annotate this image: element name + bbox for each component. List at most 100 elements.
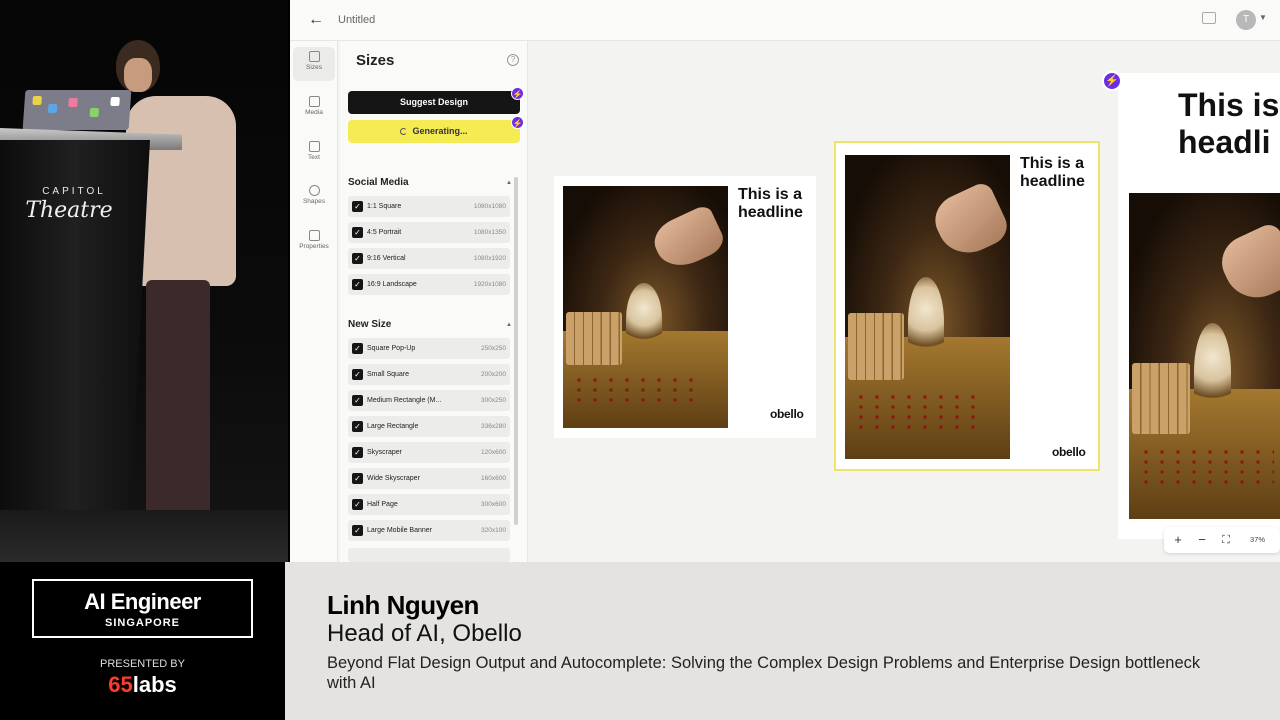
size-row[interactable]: ✓ Large Rectangle 336x280: [348, 416, 510, 437]
rail-label: Media: [305, 109, 323, 116]
laptop: [22, 90, 132, 130]
size-row[interactable]: ✓ Large Mobile Banner 320x100: [348, 520, 510, 541]
chevron-down-icon[interactable]: ▼: [1259, 13, 1267, 22]
document-title[interactable]: Untitled: [338, 14, 375, 26]
tool-rail: Sizes Media Text Shapes Properties: [290, 41, 338, 562]
rail-label: Properties: [299, 243, 329, 250]
dessert-photo: [845, 155, 1010, 459]
size-row-partial[interactable]: [348, 548, 510, 562]
sizes-panel: Sizes ? Suggest Design ⚡ Generating... ⚡…: [340, 41, 528, 562]
checkbox[interactable]: ✓: [352, 279, 363, 290]
rail-item-sizes[interactable]: Sizes: [293, 47, 335, 81]
checkbox[interactable]: ✓: [352, 227, 363, 238]
checkbox[interactable]: ✓: [352, 473, 363, 484]
checkbox[interactable]: ✓: [352, 201, 363, 212]
size-row[interactable]: ✓ Skyscraper 120x600: [348, 442, 510, 463]
properties-icon: [308, 230, 320, 241]
event-location: SINGAPORE: [104, 617, 180, 629]
size-row[interactable]: ✓ 9:16 Vertical 1080x1920: [348, 248, 510, 269]
size-dims: 300x600: [481, 501, 506, 508]
artboard-square[interactable]: This is a headline obello: [554, 176, 816, 438]
zoom-controls: + − ⛶ 37%: [1164, 527, 1280, 553]
zoom-out-icon[interactable]: −: [1194, 532, 1210, 548]
size-dims: 320x100: [481, 527, 506, 534]
checkbox[interactable]: ✓: [352, 499, 363, 510]
artboard-portrait[interactable]: This is a headline obello: [834, 141, 1100, 471]
size-dims: 1080x1350: [473, 229, 506, 236]
panel-title: Sizes: [356, 52, 395, 69]
rail-item-text[interactable]: Text: [293, 137, 335, 171]
speaker-face: [124, 58, 152, 92]
generating-button[interactable]: Generating...: [348, 120, 520, 143]
rail-label: Shapes: [302, 198, 326, 205]
size-row[interactable]: ✓ 16:9 Landscape 1920x1080: [348, 274, 510, 295]
size-row[interactable]: ✓ Medium Rectangle (M... 300x250: [348, 390, 510, 411]
size-row[interactable]: ✓ 4:5 Portrait 1080x1350: [348, 222, 510, 243]
dessert-photo: [563, 186, 728, 428]
comment-icon[interactable]: [1202, 12, 1216, 24]
chevron-up-icon[interactable]: ▲: [506, 180, 512, 186]
size-dims: 1080x1080: [473, 203, 506, 210]
design-canvas[interactable]: This is a headline obello This is a head…: [528, 41, 1280, 562]
rail-item-properties[interactable]: Properties: [293, 226, 335, 260]
size-row[interactable]: ✓ Small Square 200x200: [348, 364, 510, 385]
size-row[interactable]: ✓ 1:1 Square 1080x1080: [348, 196, 510, 217]
photo-hand: [648, 203, 728, 276]
sponsor-number: 65: [108, 672, 133, 697]
help-icon[interactable]: ?: [507, 54, 519, 66]
checkbox[interactable]: ✓: [352, 369, 363, 380]
size-dims: 300x250: [481, 397, 506, 404]
size-name: 1:1 Square: [367, 203, 402, 210]
event-branding: AI Engineer SINGAPORE PRESENTED BY 65lab…: [0, 562, 285, 720]
checkbox[interactable]: ✓: [352, 395, 363, 406]
panel-scrollbar[interactable]: [514, 177, 518, 525]
size-row[interactable]: ✓ Half Page 300x600: [348, 494, 510, 515]
rail-item-shapes[interactable]: Shapes: [293, 181, 335, 215]
fit-screen-icon[interactable]: ⛶: [1218, 532, 1234, 548]
zoom-level[interactable]: 37%: [1250, 535, 1265, 544]
size-name: Half Page: [367, 501, 398, 508]
headline-text[interactable]: This is headli: [1178, 87, 1280, 161]
lightning-icon: ⚡: [511, 87, 524, 100]
photo-hand: [927, 180, 1010, 264]
chevron-up-icon[interactable]: ▲: [506, 322, 512, 328]
lightning-icon: ⚡: [1102, 71, 1122, 91]
zoom-in-icon[interactable]: +: [1170, 532, 1186, 548]
size-row[interactable]: ✓ Wide Skyscraper 160x600: [348, 468, 510, 489]
size-name: Large Rectangle: [367, 423, 419, 430]
size-name: 4:5 Portrait: [367, 229, 402, 236]
text-icon: [308, 141, 320, 152]
checkbox[interactable]: ✓: [352, 421, 363, 432]
suggest-design-button[interactable]: Suggest Design: [348, 91, 520, 114]
avatar[interactable]: T: [1236, 10, 1256, 30]
lectern-venue-top: CAPITOL: [42, 186, 106, 197]
headline-text[interactable]: This is a headline: [1020, 155, 1094, 192]
photo-glass: [1193, 323, 1231, 422]
stage-floor: [0, 510, 288, 562]
checkbox[interactable]: ✓: [352, 343, 363, 354]
shapes-icon: [308, 185, 320, 196]
size-name: 16:9 Landscape: [367, 281, 417, 288]
size-row[interactable]: ✓ Square Pop-Up 250x250: [348, 338, 510, 359]
size-name: Medium Rectangle (M...: [367, 397, 442, 404]
headline-text[interactable]: This is a headline: [738, 186, 812, 223]
photo-cups: [1132, 362, 1191, 435]
checkbox[interactable]: ✓: [352, 525, 363, 536]
size-dims: 120x600: [481, 449, 506, 456]
section-social-media[interactable]: Social Media: [348, 177, 409, 188]
obello-logo: obello: [1052, 445, 1086, 459]
speaker-role: Head of AI, Obello: [327, 620, 522, 647]
size-dims: 336x280: [481, 423, 506, 430]
size-dims: 250x250: [481, 345, 506, 352]
rail-item-media[interactable]: Media: [293, 92, 335, 126]
generating-label: Generating...: [412, 126, 468, 136]
speaker-name: Linh Nguyen: [327, 590, 479, 620]
back-arrow-icon[interactable]: ←: [306, 11, 326, 29]
sponsor-logo: 65labs: [0, 672, 285, 698]
section-new-size[interactable]: New Size: [348, 319, 391, 330]
checkbox[interactable]: ✓: [352, 447, 363, 458]
media-icon: [308, 96, 320, 107]
artboard-vertical[interactable]: This is headli: [1118, 73, 1280, 539]
photo-cups: [566, 311, 623, 366]
checkbox[interactable]: ✓: [352, 253, 363, 264]
